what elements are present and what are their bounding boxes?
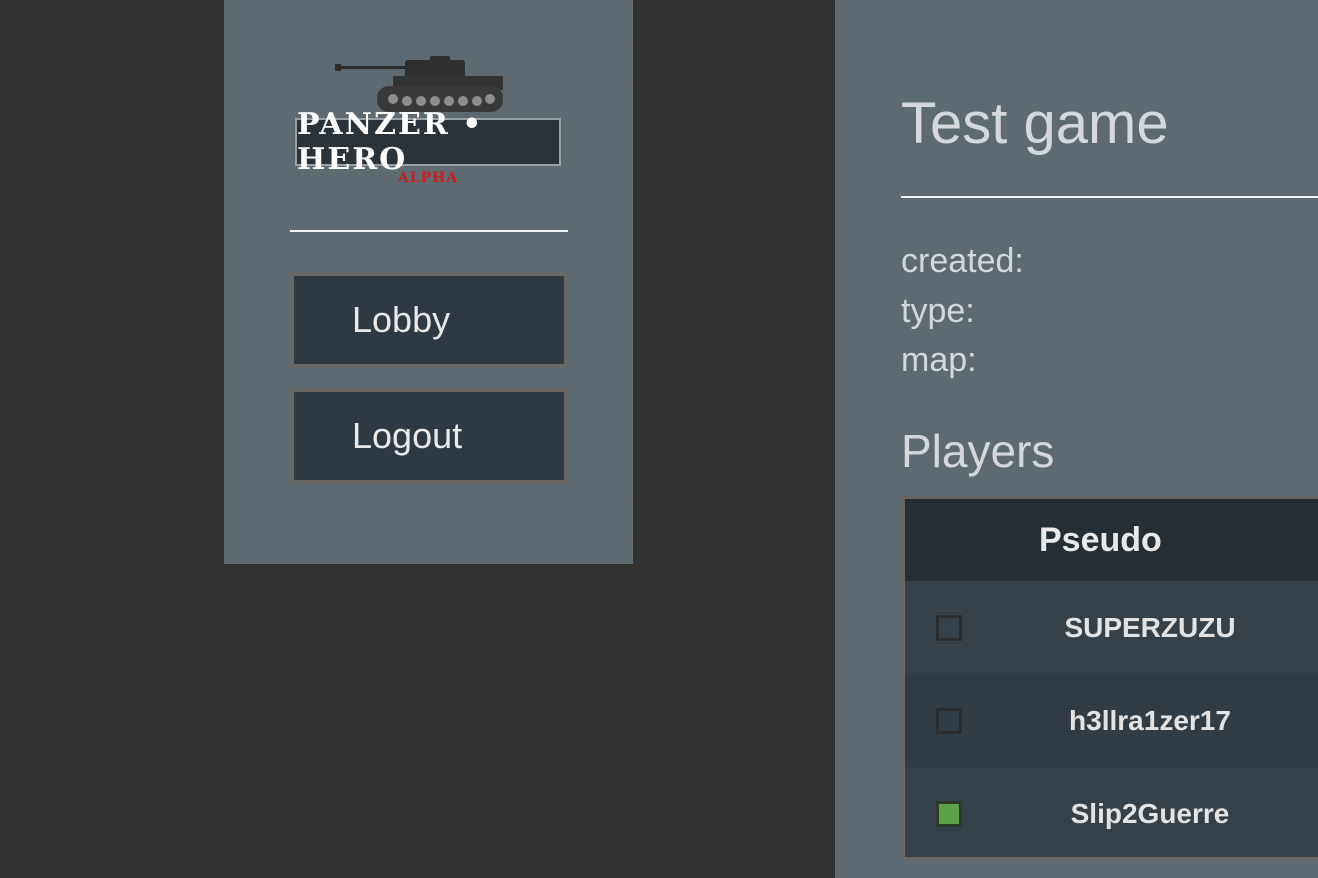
player-name: h3llra1zer17 <box>1069 704 1231 736</box>
ready-checkbox[interactable] <box>936 707 962 734</box>
sidebar: PANZER • HERO ALPHA Lobby Logout <box>224 0 633 564</box>
table-row: Slip2Guerre <box>905 767 1318 857</box>
logo-plate: PANZER • HERO <box>295 107 561 177</box>
created-label: created: <box>901 242 1024 280</box>
lobby-button[interactable]: Lobby <box>291 273 567 367</box>
type-label: type: <box>901 292 975 330</box>
title-divider <box>901 196 1318 198</box>
table-row: SUPERZUZU <box>905 581 1318 674</box>
player-name: Slip2Guerre <box>1070 797 1230 829</box>
game-title: Test game <box>901 91 1169 156</box>
ready-checkbox[interactable] <box>936 800 962 827</box>
logo-text: PANZER • HERO <box>297 107 484 177</box>
panzer-hero-logo: PANZER • HERO ALPHA <box>295 52 565 192</box>
logo-subtitle: ALPHA <box>397 170 459 186</box>
player-name: SUPERZUZU <box>1064 611 1236 643</box>
table-row: h3llra1zer17 <box>905 674 1318 767</box>
map-label: map: <box>901 341 977 379</box>
ready-checkbox[interactable] <box>936 614 962 641</box>
sidebar-divider <box>290 230 568 232</box>
players-table: Pseudo SUPERZUZU h3llra1zer17 Slip2Guerr… <box>902 496 1318 860</box>
game-panel: Test game created: type: map: Players Ps… <box>835 0 1318 878</box>
table-header-pseudo: Pseudo <box>905 499 1318 581</box>
players-heading: Players <box>901 425 1055 477</box>
logout-button[interactable]: Logout <box>291 389 567 483</box>
